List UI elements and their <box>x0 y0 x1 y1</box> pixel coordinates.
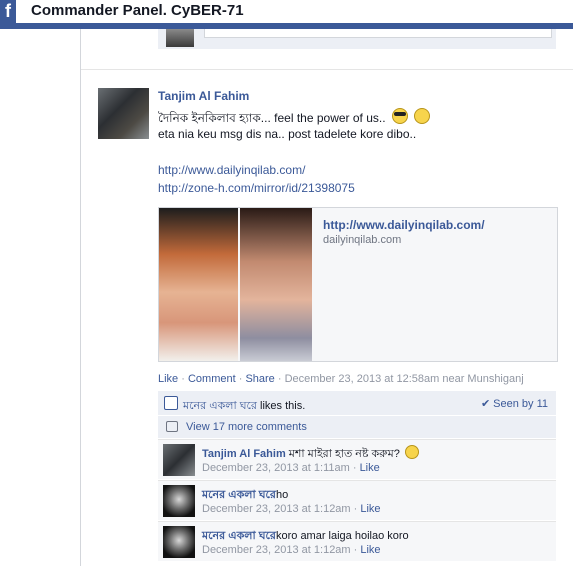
view-more-bar[interactable]: View 17 more comments <box>158 416 556 438</box>
liker-name[interactable]: মনের একলা ঘরে <box>183 400 257 412</box>
comment-input-fragment[interactable] <box>204 29 552 38</box>
preview-url[interactable]: http://www.dailyinqilab.com/ <box>323 218 485 232</box>
avatar[interactable] <box>163 526 195 558</box>
likes-sentence: মনের একলা ঘরে likes this. <box>183 397 305 416</box>
avatar[interactable] <box>163 444 195 476</box>
view-more-comments[interactable]: View 17 more comments <box>186 421 307 433</box>
left-column-divider <box>80 29 81 566</box>
seen-by-label: Seen by 11 <box>493 398 548 410</box>
comment-author[interactable]: মনের একলা ঘরে <box>202 489 276 501</box>
separator: · <box>178 373 188 385</box>
comment-link[interactable]: Comment <box>188 373 236 385</box>
post-link-inqilab[interactable]: http://www.dailyinqilab.com/ <box>158 163 305 177</box>
comment-meta: December 23, 2013 at 1:12am · Like <box>202 503 381 515</box>
facebook-logo-icon: f <box>0 0 16 23</box>
comment-meta: December 23, 2013 at 1:12am · Like <box>202 544 381 556</box>
post-text-line2: eta nia keu msg dis na.. post tadelete k… <box>158 127 417 141</box>
post-actions: Like · Comment · Share · December 23, 20… <box>158 373 524 385</box>
post-author[interactable]: Tanjim Al Fahim <box>158 89 249 103</box>
preview-domain: dailyinqilab.com <box>323 234 402 246</box>
comment-like-link[interactable]: Like <box>360 462 380 474</box>
link-preview-card[interactable]: http://www.dailyinqilab.com/ dailyinqila… <box>158 207 558 362</box>
like-link[interactable]: Like <box>158 373 178 385</box>
comment-meta: December 23, 2013 at 1:11am · Like <box>202 462 380 474</box>
comment-bubble-icon <box>166 421 178 432</box>
separator: · <box>235 373 246 385</box>
post-divider <box>81 69 573 70</box>
smile-emoji-icon <box>414 108 431 124</box>
comment-like-link[interactable]: Like <box>360 503 380 515</box>
window-title: Commander Panel. CyBER-71 <box>31 2 244 19</box>
comment-time: December 23, 2013 at 1:12am <box>202 503 351 515</box>
post-text: দৈনিক ইনকিলাব হ্যাক... feel the power of… <box>158 111 386 125</box>
comment-text: মশা মাইরা হাত নষ্ট করুম? <box>288 448 400 460</box>
author-avatar[interactable] <box>98 88 149 139</box>
comment-item: Tanjim Al Fahim মশা মাইরা হাত নষ্ট করুম?… <box>158 439 556 479</box>
avatar <box>166 29 194 47</box>
comment-item: মনের একলা ঘরেho December 23, 2013 at 1:1… <box>158 480 556 520</box>
likes-suffix: likes this. <box>256 400 306 412</box>
comment-like-link[interactable]: Like <box>360 544 380 556</box>
comment-text: ho <box>275 489 289 501</box>
checkmark-icon: ✔ <box>480 398 491 410</box>
comment-text: koro amar laiga hoilao koro <box>275 530 409 542</box>
window-titlebar: f Commander Panel. CyBER-71 <box>0 0 573 29</box>
comment-item: মনের একলা ঘরেkoro amar laiga hoilao koro… <box>158 521 556 561</box>
previous-post-fragment <box>158 29 556 49</box>
preview-image-right <box>240 208 312 361</box>
share-link[interactable]: Share <box>245 373 274 385</box>
preview-image-left <box>159 208 238 361</box>
seen-by[interactable]: ✔ Seen by 11 <box>481 397 548 410</box>
like-thumb-icon <box>164 396 178 410</box>
likes-bar: মনের একলা ঘরে likes this. ✔ Seen by 11 <box>158 391 556 415</box>
comment-time: December 23, 2013 at 1:12am <box>202 544 351 556</box>
comment-time: December 23, 2013 at 1:11am <box>202 462 350 474</box>
avatar[interactable] <box>163 485 195 517</box>
post-timestamp: December 23, 2013 at 12:58am near Munshi… <box>284 373 524 385</box>
sad-emoji-icon <box>404 445 419 459</box>
cool-emoji-icon <box>391 108 408 124</box>
separator: · <box>274 373 285 385</box>
comment-author[interactable]: মনের একলা ঘরে <box>202 530 276 542</box>
comment-author[interactable]: Tanjim Al Fahim <box>202 448 286 460</box>
post-link-zoneh[interactable]: http://zone-h.com/mirror/id/21398075 <box>158 181 355 195</box>
